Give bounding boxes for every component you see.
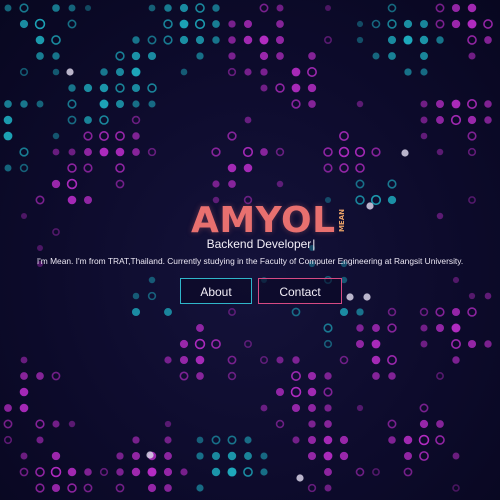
role-headline: Backend Developer|	[0, 237, 500, 251]
typing-caret: |	[312, 237, 316, 251]
hero-section: AMYOL MEAN Backend Developer| I'm Mean. …	[0, 0, 500, 500]
landing-page: AMYOL MEAN Backend Developer| I'm Mean. …	[0, 0, 500, 500]
logo-badge: MEAN	[337, 209, 346, 233]
role-text: Backend Developer	[206, 237, 312, 251]
bio-text: I'm Mean. I'm from TRAT,Thailand. Curren…	[36, 256, 464, 266]
about-button[interactable]: About	[180, 278, 252, 304]
contact-button[interactable]: Contact	[258, 278, 342, 304]
